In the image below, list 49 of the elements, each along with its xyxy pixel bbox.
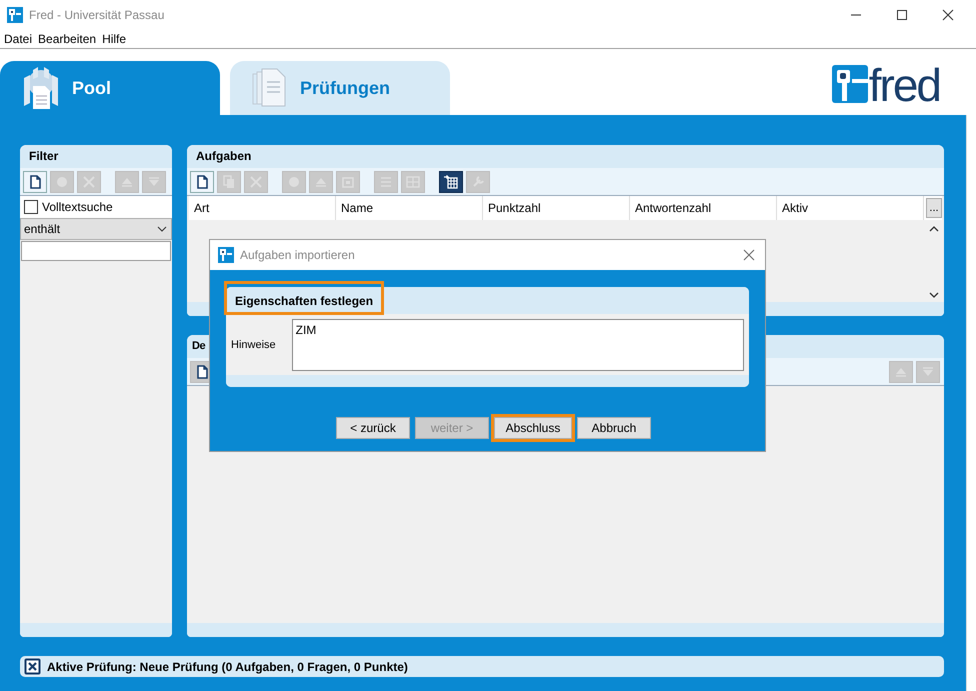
column-header[interactable]: Aktiv (777, 196, 924, 220)
close-icon[interactable] (942, 9, 954, 21)
new-button[interactable] (23, 170, 47, 192)
section-title: Eigenschaften festlegen (224, 281, 384, 315)
dialog-button[interactable]: < zurück (336, 417, 410, 439)
filter-input-field[interactable] (21, 241, 171, 261)
tab[interactable]: Pool (0, 61, 220, 115)
fred-logo: fred (832, 65, 940, 103)
dialog-title: Aufgaben importieren (240, 248, 355, 262)
match-mode-dropdown[interactable]: enthält (20, 218, 172, 240)
scroll-down-icon[interactable] (928, 291, 938, 299)
menu-item[interactable]: Hilfe (102, 32, 126, 46)
column-header[interactable]: Antwortenzahl (630, 196, 777, 220)
chevron-down-icon (157, 226, 167, 232)
notes-field[interactable]: ZIM (292, 318, 744, 370)
dialog-button[interactable]: Abbruch (577, 417, 651, 439)
table-import-icon (443, 174, 459, 190)
document-icon (194, 174, 210, 190)
document-pool-icon (22, 66, 60, 110)
column-header[interactable]: Art (189, 196, 336, 220)
tab[interactable]: Prüfungen (230, 61, 450, 115)
x-icon (81, 174, 97, 190)
copy-icon (221, 174, 237, 190)
column-header[interactable]: Punktzahl (483, 196, 630, 220)
app-icon (7, 7, 23, 23)
panel-title: Aufgaben (187, 145, 944, 168)
menu-item[interactable]: Bearbeiten (38, 32, 96, 46)
panel-title: Filter (20, 145, 172, 168)
checkbox-label: Volltextsuche (42, 200, 113, 214)
column-chooser-button[interactable]: ... (926, 198, 942, 218)
column-header[interactable]: Name (336, 196, 483, 220)
document-icon (194, 364, 210, 380)
close-icon[interactable] (743, 249, 755, 261)
status-text: Aktive Prüfung: Neue Prüfung (0 Aufgaben, 0 Fragen, 0 Punkte) (47, 660, 408, 674)
menu-item[interactable]: Datei (4, 32, 32, 46)
document-icon (27, 174, 43, 190)
dialog-button[interactable]: Abschluss (494, 417, 572, 439)
app-icon (218, 247, 234, 263)
scroll-up-icon[interactable] (928, 225, 938, 233)
checkbox[interactable] (24, 200, 38, 214)
maximize-icon[interactable] (896, 9, 908, 21)
x-checkbox-icon[interactable] (24, 658, 41, 675)
documents-icon (252, 68, 288, 108)
import-button[interactable] (439, 170, 463, 192)
window-title: Fred - Universität Passau (29, 8, 164, 22)
table-icon (405, 174, 421, 190)
new-button[interactable] (190, 170, 214, 192)
x-icon (248, 174, 264, 190)
field-label: Hinweise (231, 338, 276, 350)
